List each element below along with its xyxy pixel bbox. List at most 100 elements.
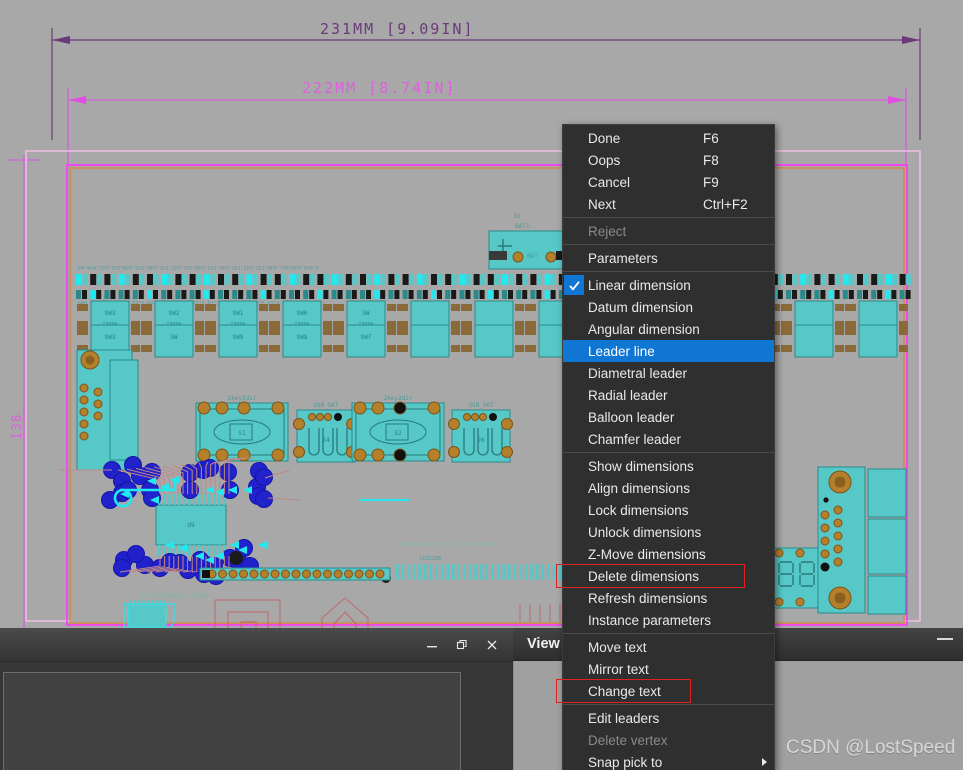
menu-item-reject: Reject	[563, 220, 774, 242]
window-content-area[interactable]	[3, 672, 461, 770]
menu-separator	[563, 217, 774, 218]
menu-item-label: Linear dimension	[588, 278, 691, 293]
svg-text:SW2: SW2	[169, 310, 180, 317]
menu-item-done[interactable]: Done F6	[563, 127, 774, 149]
svg-text:S2: S2	[394, 430, 402, 437]
svg-text:SW8: SW8	[297, 334, 308, 341]
menu-item-label: Angular dimension	[588, 322, 700, 337]
menu-item-delete-dimensions[interactable]: Delete dimensions	[563, 565, 774, 587]
menubar-item-view[interactable]: View	[527, 628, 560, 660]
svg-text:SW3: SW3	[105, 310, 116, 317]
menu-item-parameters[interactable]: Parameters	[563, 247, 774, 269]
menu-item-leader-line[interactable]: Leader line	[563, 340, 774, 362]
svg-text:SW: SW	[362, 310, 370, 317]
menu-item-shortcut: F8	[703, 153, 719, 168]
menu-item-label: Delete dimensions	[588, 569, 699, 584]
svg-text:USB_SKT: USB_SKT	[313, 402, 339, 409]
menu-item-label: Chamfer leader	[588, 432, 681, 447]
menu-item-label: Snap pick to	[588, 755, 662, 770]
menu-item-label: Diametral leader	[588, 366, 687, 381]
menu-item-label: Edit leaders	[588, 711, 659, 726]
menu-item-oops[interactable]: Oops F8	[563, 149, 774, 171]
menu-item-label: Balloon leader	[588, 410, 674, 425]
menu-item-chamfer-leader[interactable]: Chamfer leader	[563, 428, 774, 450]
svg-text:S1: S1	[238, 430, 246, 437]
menu-item-label: Radial leader	[588, 388, 668, 403]
svg-text:BAT: BAT	[527, 253, 538, 260]
menu-separator	[563, 452, 774, 453]
svg-text:SW3: SW3	[105, 334, 116, 341]
menu-item-next[interactable]: Next Ctrl+F2	[563, 193, 774, 215]
menu-item-refresh-dimensions[interactable]: Refresh dimensions	[563, 587, 774, 609]
svg-text:STC15F2K60S2_LQFP44: STC15F2K60S2_LQFP44	[140, 593, 209, 600]
menu-item-lock-dimensions[interactable]: Lock dimensions	[563, 499, 774, 521]
close-icon[interactable]	[477, 630, 507, 660]
menu-item-instance-parameters[interactable]: Instance parameters	[563, 609, 774, 631]
svg-text:SW7: SW7	[361, 334, 372, 341]
menu-item-linear-dimension[interactable]: Linear dimension	[563, 274, 774, 296]
svg-text:SW0: SW0	[297, 310, 308, 317]
menu-item-label: Move text	[588, 640, 647, 655]
menu-separator	[563, 244, 774, 245]
submenu-arrow-icon	[762, 758, 767, 766]
menu-item-align-dimensions[interactable]: Align dimensions	[563, 477, 774, 499]
maximize-icon[interactable]	[447, 630, 477, 660]
svg-text:P4^4P4^2P3^7P3^6P3^5P3^4P3^3P3: P4^4P4^2P3^7P3^6P3^5P3^4P3^3P3^2P1^7P1^6…	[78, 266, 319, 272]
menu-separator	[563, 704, 774, 705]
menu-item-angular-dimension[interactable]: Angular dimension	[563, 318, 774, 340]
menu-item-label: Next	[588, 197, 616, 212]
menu-item-label: Refresh dimensions	[588, 591, 707, 606]
menu-item-change-text[interactable]: Change text	[563, 680, 774, 702]
menu-item-shortcut: F6	[703, 131, 719, 146]
menu-item-balloon-leader[interactable]: Balloon leader	[563, 406, 774, 428]
menu-item-label: Change text	[588, 684, 661, 699]
menu-item-delete-vertex: Delete vertex	[563, 729, 774, 751]
menubar-dash-icon	[937, 638, 953, 640]
watermark: CSDN @LostSpeed	[786, 737, 955, 759]
svg-text:SW: SW	[170, 334, 178, 341]
menu-item-diametral-leader[interactable]: Diametral leader	[563, 362, 774, 384]
menu-item-label: Done	[588, 131, 620, 146]
svg-text:SW9: SW9	[233, 334, 244, 341]
menu-item-label: Reject	[588, 224, 626, 239]
menu-item-move-text[interactable]: Move text	[563, 636, 774, 658]
context-menu[interactable]: Done F6 Oops F8 CancelF9 Next Ctrl+F2 Reject Par…	[562, 124, 775, 770]
menu-item-z-move-dimensions[interactable]: Z-Move dimensions	[563, 543, 774, 565]
svg-text:U9: U9	[187, 522, 195, 529]
menu-item-datum-dimension[interactable]: Datum dimension	[563, 296, 774, 318]
svg-text:74LS573_SOP20 v2_L0 1_SOP8 SSO: 74LS573_SOP20 v2_L0 1_SOP8 SSOP28	[396, 542, 495, 548]
menu-item-show-dimensions[interactable]: Show dimensions	[563, 455, 774, 477]
svg-text:3V: 3V	[513, 213, 521, 220]
minimize-icon[interactable]	[417, 630, 447, 660]
menu-item-edit-leaders[interactable]: Edit leaders	[563, 707, 774, 729]
dimension-label-outer-width: 231MM [9.09IN]	[320, 20, 474, 38]
window-titlebar[interactable]	[0, 629, 513, 662]
menu-item-cancel[interactable]: CancelF9	[563, 171, 774, 193]
window-body	[0, 662, 513, 770]
menu-item-unlock-dimensions[interactable]: Unlock dimensions	[563, 521, 774, 543]
screen-root: P4^4P4^2P3^7P3^6P3^5P3^4P3^3P3^2P1^7P1^6…	[0, 0, 963, 770]
menu-item-label: Cancel	[588, 175, 630, 190]
checkmark-icon	[564, 275, 584, 295]
svg-text:SW1: SW1	[233, 310, 244, 317]
menu-item-label: Z-Move dimensions	[588, 547, 706, 562]
menu-item-label: Oops	[588, 153, 620, 168]
window-controls	[417, 629, 507, 661]
menu-item-label: Mirror text	[588, 662, 649, 677]
background-window[interactable]	[0, 628, 513, 770]
menu-item-label: Show dimensions	[588, 459, 694, 474]
svg-text:BAT1: BAT1	[515, 223, 530, 230]
dimension-label-inner-width: 222MM [8.74IN]	[302, 79, 456, 97]
menu-item-label: Datum dimension	[588, 300, 693, 315]
menu-item-snap-pick-to[interactable]: Snap pick to	[563, 751, 774, 770]
svg-text:USB_SKT: USB_SKT	[468, 402, 494, 409]
menu-item-label: Delete vertex	[588, 733, 668, 748]
menu-item-label: Lock dimensions	[588, 503, 689, 518]
menu-item-radial-leader[interactable]: Radial leader	[563, 384, 774, 406]
svg-text:2key2dir: 2key2dir	[384, 395, 413, 402]
menu-item-label: Instance parameters	[588, 613, 711, 628]
menu-item-shortcut: Ctrl+F2	[703, 197, 748, 212]
menu-item-label: Align dimensions	[588, 481, 690, 496]
menu-item-mirror-text[interactable]: Mirror text	[563, 658, 774, 680]
menu-separator	[563, 271, 774, 272]
